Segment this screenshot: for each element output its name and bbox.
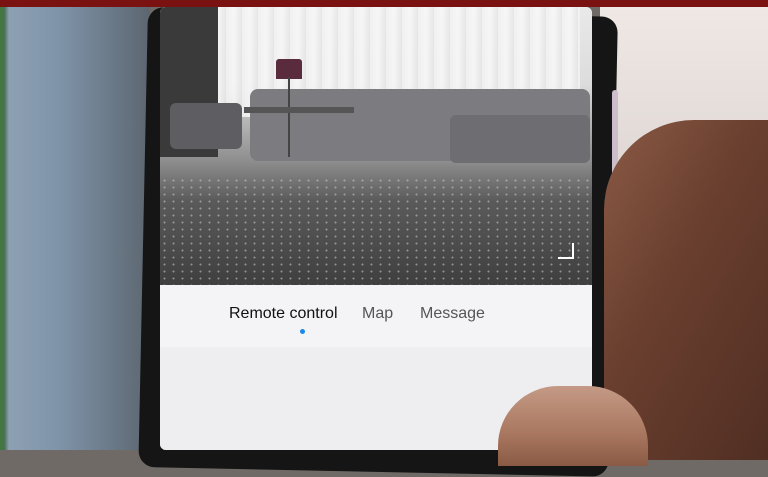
armchair bbox=[170, 103, 242, 149]
lamp-pole bbox=[288, 77, 290, 157]
fullscreen-icon[interactable] bbox=[558, 243, 574, 259]
tab-message[interactable]: Message bbox=[420, 305, 485, 323]
phone-screen: Remote control Map Message bbox=[160, 7, 592, 450]
side-table bbox=[244, 107, 354, 113]
tab-bar: Remote control Map Message bbox=[160, 297, 592, 347]
top-bar bbox=[0, 0, 768, 7]
tab-remote-control[interactable]: Remote control bbox=[229, 305, 338, 323]
floor-debris bbox=[160, 177, 592, 285]
background-left bbox=[0, 7, 150, 450]
lamp bbox=[276, 59, 302, 79]
active-tab-indicator bbox=[300, 329, 305, 334]
tab-map[interactable]: Map bbox=[362, 305, 393, 323]
camera-feed bbox=[160, 7, 592, 285]
sofa-chaise bbox=[450, 115, 590, 163]
